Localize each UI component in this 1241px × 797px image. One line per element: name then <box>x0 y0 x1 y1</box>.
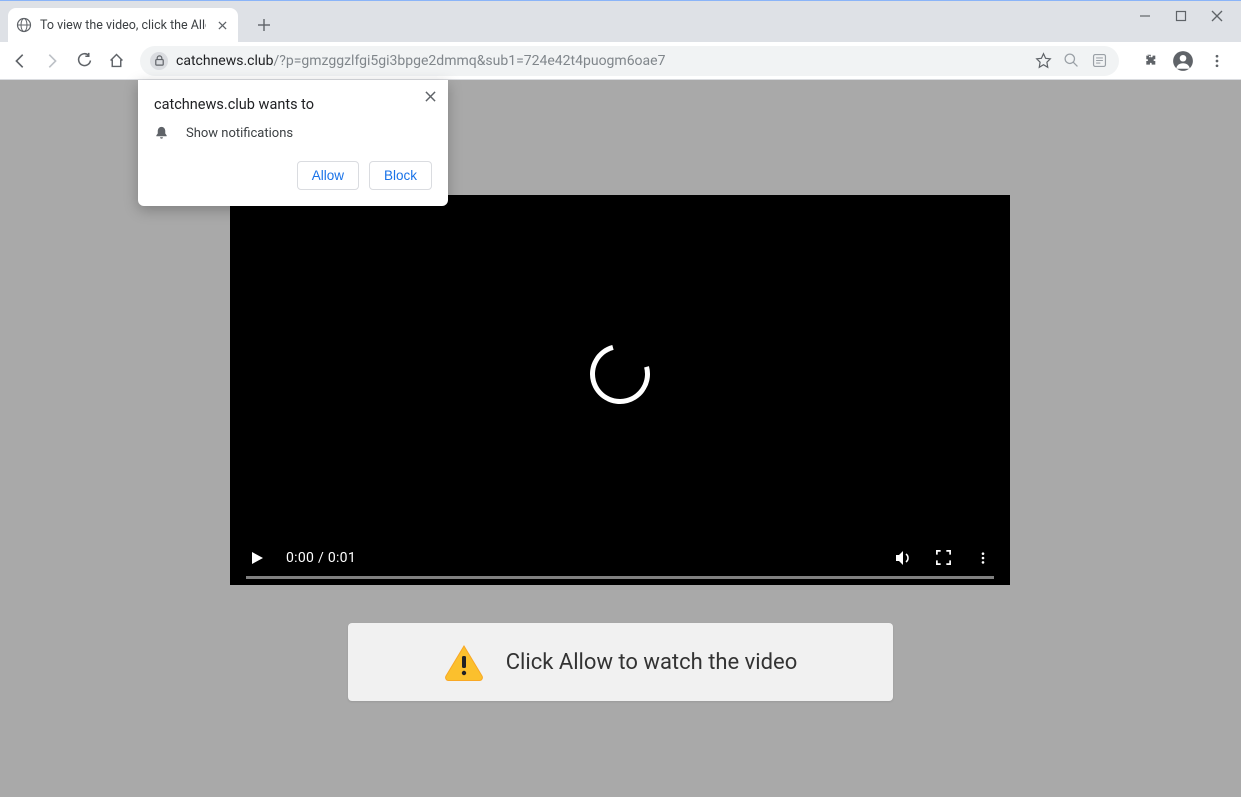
allow-button[interactable]: Allow <box>297 161 359 190</box>
fullscreen-button[interactable] <box>932 547 954 569</box>
video-time-display: 0:00 / 0:01 <box>286 550 356 566</box>
tab-close-button[interactable] <box>214 17 230 33</box>
window-minimize-button[interactable] <box>1139 10 1151 22</box>
volume-button[interactable] <box>892 547 914 569</box>
reader-mode-icon[interactable] <box>1089 51 1109 71</box>
profile-button[interactable] <box>1171 49 1195 73</box>
bell-icon <box>154 125 170 141</box>
browser-tab[interactable]: To view the video, click the Allow <box>8 8 238 42</box>
instruction-banner: Click Allow to watch the video <box>348 623 893 701</box>
notification-permission-dialog: catchnews.club wants to Show notificatio… <box>138 80 448 206</box>
window-maximize-button[interactable] <box>1175 10 1187 22</box>
globe-icon <box>16 17 32 33</box>
reload-button[interactable] <box>70 47 98 75</box>
video-more-button[interactable] <box>972 547 994 569</box>
block-button[interactable]: Block <box>369 161 432 190</box>
tab-strip: To view the video, click the Allow <box>0 0 1241 42</box>
play-button[interactable] <box>246 547 268 569</box>
page-content: 0:00 / 0:01 Click Allow to watch the vid… <box>0 80 1241 797</box>
dialog-close-button[interactable] <box>420 86 440 106</box>
tab-title: To view the video, click the Allow <box>40 18 206 33</box>
extensions-button[interactable] <box>1137 49 1161 73</box>
dialog-title: catchnews.club wants to <box>154 96 432 113</box>
forward-button[interactable] <box>38 47 66 75</box>
bookmark-star-button[interactable] <box>1033 51 1053 71</box>
browser-toolbar: catchnews.club/?p=gmzggzlfgi5gi3bpge2dmm… <box>0 42 1241 80</box>
banner-text: Click Allow to watch the video <box>506 650 798 675</box>
permission-label: Show notifications <box>186 126 293 141</box>
lock-icon[interactable] <box>150 52 168 70</box>
zoom-icon[interactable] <box>1061 51 1081 71</box>
home-button[interactable] <box>102 47 130 75</box>
video-player: 0:00 / 0:01 <box>230 195 1010 585</box>
loading-spinner-icon <box>590 344 650 404</box>
menu-button[interactable] <box>1205 49 1229 73</box>
back-button[interactable] <box>6 47 34 75</box>
video-progress-bar[interactable] <box>246 576 994 579</box>
window-close-button[interactable] <box>1211 10 1223 22</box>
new-tab-button[interactable] <box>250 11 278 39</box>
url-display: catchnews.club/?p=gmzggzlfgi5gi3bpge2dmm… <box>176 53 1025 69</box>
address-bar[interactable]: catchnews.club/?p=gmzggzlfgi5gi3bpge2dmm… <box>140 46 1119 76</box>
warning-icon <box>444 642 484 682</box>
